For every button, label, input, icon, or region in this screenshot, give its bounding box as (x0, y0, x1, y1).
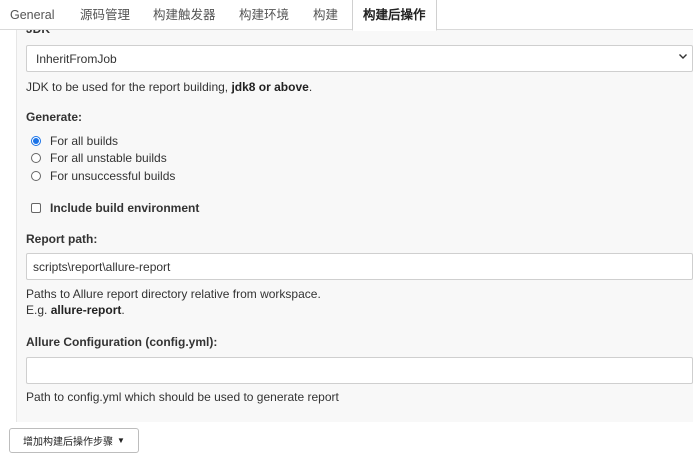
generate-label: Generate: (26, 110, 83, 124)
jdk-select-value: InheritFromJob (36, 52, 117, 66)
tab-source-control[interactable]: 源码管理 (80, 0, 130, 30)
radio-indicator[interactable] (31, 171, 41, 181)
radio-label: For all unstable builds (50, 151, 167, 165)
config-tab-bar: General 源码管理 构建触发器 构建环境 构建 构建后操作 (0, 0, 693, 31)
add-post-build-step-button[interactable]: 增加构建后操作步骤 ▼ (9, 428, 139, 453)
tab-build[interactable]: 构建 (313, 0, 338, 30)
allure-config-label: Allure Configuration (config.yml): (26, 335, 218, 349)
checkbox-indicator[interactable] (31, 203, 41, 213)
jdk-select[interactable]: InheritFromJob (26, 45, 693, 72)
chevron-down-icon (678, 51, 688, 64)
tab-post-build-actions[interactable]: 构建后操作 (352, 0, 437, 31)
tab-build-environment[interactable]: 构建环境 (239, 0, 289, 30)
add-post-build-step-label: 增加构建后操作步骤 (23, 437, 114, 448)
radio-label: For unsuccessful builds (50, 169, 176, 183)
allure-config-input[interactable] (26, 357, 693, 384)
checkbox-label: Include build environment (50, 201, 200, 215)
allure-config-help-text: Path to config.yml which should be used … (26, 390, 339, 404)
tab-general[interactable]: General (10, 0, 54, 30)
tab-build-triggers[interactable]: 构建触发器 (153, 0, 216, 30)
jdk-help-text: JDK to be used for the report building, … (26, 80, 313, 94)
report-path-input[interactable] (26, 253, 693, 280)
radio-selected-indicator[interactable] (31, 136, 41, 146)
radio-label: For all builds (50, 134, 119, 148)
radio-for-unsuccessful-builds[interactable]: For unsuccessful builds (31, 168, 175, 184)
radio-for-all-unstable-builds[interactable]: For all unstable builds (31, 150, 167, 166)
radio-for-all-builds[interactable]: For all builds (31, 133, 118, 149)
include-build-environment-checkbox[interactable]: Include build environment (31, 200, 199, 216)
report-path-help-line2: E.g. allure-report. (26, 303, 125, 317)
report-path-label: Report path: (26, 232, 98, 246)
report-path-help-line1: Paths to Allure report directory relativ… (26, 287, 321, 301)
caret-down-icon: ▼ (117, 436, 125, 445)
radio-indicator[interactable] (31, 153, 41, 163)
